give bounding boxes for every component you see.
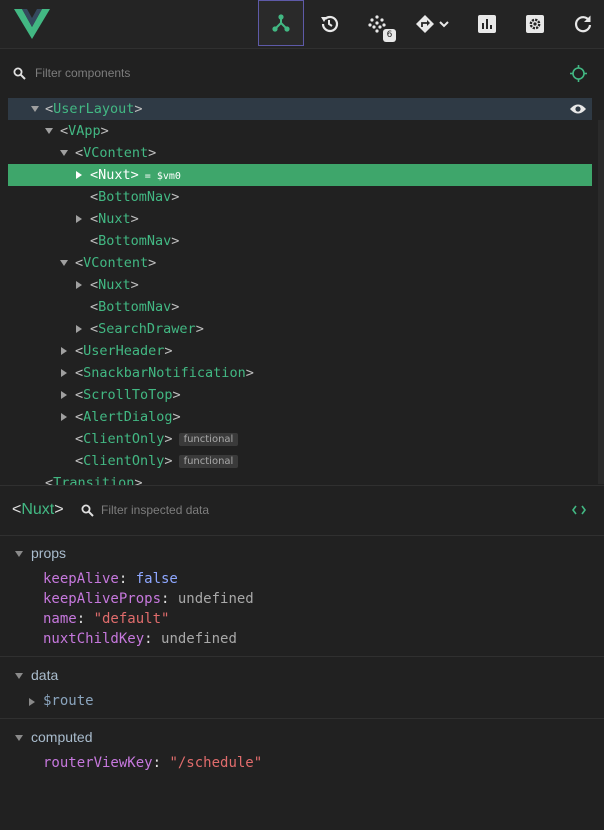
- refresh-button[interactable]: [560, 2, 604, 46]
- component-name: UserHeader: [83, 343, 165, 359]
- search-icon: [81, 504, 94, 517]
- expand-arrow-icon[interactable]: [61, 369, 67, 377]
- component-name: BottomNav: [98, 299, 172, 315]
- component-name: Nuxt: [98, 167, 131, 183]
- computed-row[interactable]: routerViewKey: "/schedule": [43, 755, 262, 771]
- prop-row[interactable]: name: "default": [43, 611, 169, 627]
- collapse-arrow-icon[interactable]: [45, 128, 53, 134]
- expand-arrow-icon[interactable]: [76, 171, 82, 179]
- component-name: Nuxt: [98, 277, 131, 293]
- tree-node[interactable]: <BottomNav>: [8, 296, 592, 318]
- tree-node[interactable]: <VContent>: [8, 252, 592, 274]
- component-filter-bar[interactable]: Filter components: [0, 49, 604, 97]
- tree-node[interactable]: <VApp>: [8, 120, 592, 142]
- routes-icon: [416, 15, 449, 33]
- routes-tab[interactable]: [408, 2, 456, 46]
- tree-node[interactable]: <SearchDrawer>: [8, 318, 592, 340]
- timeline-tab[interactable]: [306, 2, 352, 46]
- computed-section: computed routerViewKey: "/schedule": [0, 719, 604, 779]
- expand-arrow-icon[interactable]: [76, 281, 82, 289]
- tree-node-selected[interactable]: <Nuxt> = $vm0: [8, 164, 592, 186]
- tree-node[interactable]: <ClientOnly> functional: [8, 450, 592, 472]
- tree-node[interactable]: <UserLayout>: [8, 98, 592, 120]
- code-icon[interactable]: [572, 505, 586, 515]
- component-name: Nuxt: [98, 211, 131, 227]
- component-name: Transition: [53, 475, 135, 485]
- inspected-component-title: <Nuxt>: [12, 501, 64, 518]
- tree-node[interactable]: <BottomNav>: [8, 186, 592, 208]
- performance-icon: [478, 15, 496, 33]
- tree-node[interactable]: <BottomNav>: [8, 230, 592, 252]
- tree-node[interactable]: <Nuxt>: [8, 208, 592, 230]
- tree-node[interactable]: <SnackbarNotification>: [8, 362, 592, 384]
- component-name: BottomNav: [98, 233, 172, 249]
- expand-arrow-icon[interactable]: [29, 698, 35, 706]
- eye-icon[interactable]: [570, 103, 586, 115]
- collapse-arrow-icon[interactable]: [60, 260, 68, 266]
- section-title[interactable]: props: [31, 545, 66, 561]
- prop-row[interactable]: keepAliveProps: undefined: [43, 591, 254, 607]
- tree-node[interactable]: <VContent>: [8, 142, 592, 164]
- settings-tab[interactable]: [512, 2, 558, 46]
- select-component-target-icon[interactable]: [570, 65, 587, 82]
- component-name: UserLayout: [53, 101, 135, 117]
- tree-node[interactable]: <ScrollToTop>: [8, 384, 592, 406]
- component-name: ClientOnly: [83, 453, 165, 469]
- expand-arrow-icon[interactable]: [76, 325, 82, 333]
- vue-logo-icon: [14, 9, 50, 39]
- component-name: ScrollToTop: [83, 387, 173, 403]
- tree-node[interactable]: <AlertDialog>: [8, 406, 592, 428]
- expand-arrow-icon[interactable]: [61, 413, 67, 421]
- prop-row[interactable]: nuxtChildKey: undefined: [43, 631, 237, 647]
- refresh-icon: [574, 15, 592, 33]
- inspector-header: <Nuxt> Filter inspected data: [0, 485, 604, 536]
- component-name: AlertDialog: [83, 409, 173, 425]
- component-name: VApp: [68, 123, 101, 139]
- collapse-arrow-icon[interactable]: [31, 106, 39, 112]
- tree-node[interactable]: <ClientOnly> functional: [8, 428, 592, 450]
- component-name: VContent: [83, 255, 149, 271]
- tree-node[interactable]: <UserHeader>: [8, 340, 592, 362]
- vm-reference: = $vm0: [144, 171, 181, 182]
- section-title[interactable]: data: [31, 667, 58, 683]
- component-name: SearchDrawer: [98, 321, 196, 337]
- components-tab[interactable]: [258, 0, 304, 46]
- section-title[interactable]: computed: [31, 729, 92, 745]
- component-tree: <UserLayout> <VApp> <VContent> <Nuxt> = $…: [0, 97, 598, 485]
- filter-components-input[interactable]: Filter components: [35, 66, 130, 80]
- component-name: SnackbarNotification: [83, 365, 246, 381]
- tree-scrollbar[interactable]: [598, 120, 604, 484]
- props-section: props keepAlive: false keepAliveProps: u…: [0, 535, 604, 657]
- top-toolbar: 6: [0, 0, 604, 49]
- tree-node[interactable]: <Transition>: [8, 472, 592, 485]
- tree-node[interactable]: <Nuxt>: [8, 274, 592, 296]
- functional-badge: functional: [178, 433, 239, 446]
- expand-arrow-icon[interactable]: [76, 215, 82, 223]
- component-name: VContent: [83, 145, 149, 161]
- collapse-arrow-icon[interactable]: [60, 150, 68, 156]
- collapse-arrow-icon[interactable]: [15, 551, 23, 557]
- component-name: ClientOnly: [83, 431, 165, 447]
- prop-row[interactable]: keepAlive: false: [43, 571, 178, 587]
- filter-inspected-data-input[interactable]: Filter inspected data: [101, 503, 209, 517]
- collapse-arrow-icon[interactable]: [15, 673, 23, 679]
- data-row[interactable]: $route: [43, 693, 94, 709]
- component-name: BottomNav: [98, 189, 172, 205]
- expand-arrow-icon[interactable]: [61, 347, 67, 355]
- settings-icon: [526, 15, 544, 33]
- data-section: data $route: [0, 657, 604, 719]
- functional-badge: functional: [178, 455, 239, 468]
- search-icon: [13, 67, 26, 80]
- performance-tab[interactable]: [464, 2, 510, 46]
- history-icon: [321, 15, 339, 33]
- collapse-arrow-icon[interactable]: [15, 735, 23, 741]
- components-icon: [272, 14, 290, 32]
- expand-arrow-icon[interactable]: [61, 391, 67, 399]
- vuex-count-badge: 6: [383, 29, 396, 42]
